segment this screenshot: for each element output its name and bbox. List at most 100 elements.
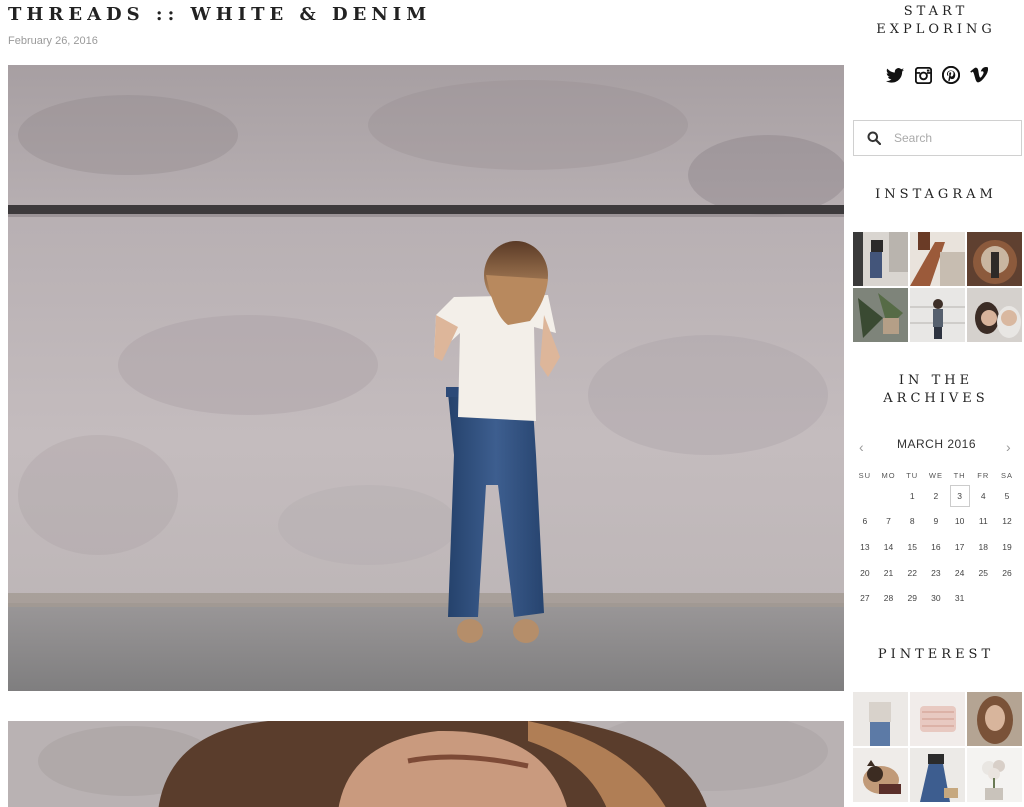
calendar: SU MO TU WE TH FR SA 1 2 3 4 5 6 7 8 9 10 11 12 13 14… (853, 467, 1019, 611)
calendar-day-number: 29 (907, 593, 917, 604)
calendar-day-number: 31 (954, 593, 965, 604)
calendar-day[interactable]: 18 (971, 534, 995, 560)
pinterest-thumbnail[interactable] (910, 692, 965, 746)
calendar-day-number: 5 (1004, 490, 1010, 501)
calendar-day[interactable]: 17 (948, 534, 972, 560)
calendar-day[interactable]: 16 (924, 534, 948, 560)
calendar-day[interactable]: 9 (924, 509, 948, 535)
pinterest-title: PINTEREST (877, 647, 995, 662)
calendar-day[interactable]: 8 (900, 509, 924, 535)
calendar-empty-cell (853, 483, 877, 509)
calendar-day-number: 24 (954, 567, 965, 578)
pinterest-grid (853, 692, 1022, 802)
twitter-icon[interactable] (885, 65, 905, 85)
post-title[interactable]: THREADS :: WHITE & DENIM (8, 4, 838, 25)
calendar-day[interactable]: 21 (877, 560, 901, 586)
calendar-day-number: 10 (954, 516, 965, 527)
calendar-day[interactable]: 15 (900, 534, 924, 560)
calendar-month: MARCH 2016 (896, 437, 977, 451)
instagram-thumbnail[interactable] (967, 288, 1022, 342)
calendar-header: ‹ MARCH 2016 › (851, 437, 1022, 457)
calendar-day-number: 8 (909, 516, 915, 527)
calendar-day-number: 11 (978, 516, 988, 527)
calendar-day[interactable]: 26 (995, 560, 1019, 586)
calendar-weekday: SU (858, 470, 872, 480)
search-input[interactable] (894, 131, 1014, 145)
search-icon[interactable] (854, 121, 894, 155)
pinterest-icon[interactable] (941, 65, 961, 85)
search-box (853, 120, 1022, 156)
calendar-day-number: 13 (860, 541, 870, 552)
calendar-day-number: 12 (1002, 516, 1012, 527)
calendar-day[interactable]: 27 (853, 585, 877, 611)
calendar-day-number: 19 (1002, 541, 1012, 552)
calendar-day[interactable]: 10 (948, 509, 972, 535)
calendar-day[interactable]: 6 (853, 509, 877, 535)
calendar-day-number: 4 (980, 490, 986, 501)
calendar-day[interactable]: 13 (853, 534, 877, 560)
calendar-day-number: 17 (954, 541, 965, 552)
calendar-day[interactable]: 12 (995, 509, 1019, 535)
calendar-day[interactable]: 22 (900, 560, 924, 586)
calendar-day[interactable]: 29 (900, 585, 924, 611)
calendar-day-number: 22 (907, 567, 917, 578)
pinterest-thumbnail[interactable] (967, 692, 1022, 746)
calendar-week: 27 28 29 30 31 (853, 585, 1019, 611)
calendar-day-number: 26 (1002, 567, 1012, 578)
instagram-icon[interactable] (913, 65, 933, 85)
calendar-day[interactable]: 2 (924, 483, 948, 509)
calendar-next-arrow[interactable]: › (1006, 439, 1011, 455)
calendar-day[interactable]: 5 (995, 483, 1019, 509)
pinterest-thumbnail[interactable] (967, 748, 1022, 802)
post-photo-main[interactable] (8, 65, 844, 691)
calendar-day[interactable]: 20 (853, 560, 877, 586)
calendar-day[interactable]: 14 (877, 534, 901, 560)
calendar-day-number: 25 (978, 567, 989, 578)
calendar-day-number: 3 (949, 484, 970, 507)
calendar-day[interactable]: 3 (948, 483, 972, 509)
calendar-day-number: 23 (931, 567, 941, 578)
calendar-empty-cell (877, 483, 901, 509)
instagram-thumbnail[interactable] (910, 288, 965, 342)
calendar-day[interactable]: 11 (971, 509, 995, 535)
post-date: February 26, 2016 (8, 35, 98, 47)
post-photo-secondary[interactable] (8, 721, 844, 807)
calendar-weekday: FR (977, 470, 990, 480)
calendar-day[interactable]: 4 (971, 483, 995, 509)
calendar-weekday: MO (881, 470, 896, 480)
calendar-day-number: 20 (860, 567, 870, 578)
pinterest-thumbnail[interactable] (853, 748, 908, 802)
calendar-day-number: 30 (931, 593, 941, 604)
calendar-weekday: SA (1000, 470, 1013, 480)
calendar-day[interactable]: 1 (900, 483, 924, 509)
calendar-week: 20 21 22 23 24 25 26 (853, 560, 1019, 586)
social-links (885, 64, 989, 86)
calendar-day-number: 7 (886, 516, 891, 527)
calendar-day[interactable]: 23 (924, 560, 948, 586)
calendar-day[interactable]: 28 (877, 585, 901, 611)
instagram-thumbnail[interactable] (853, 288, 908, 342)
pinterest-thumbnail[interactable] (910, 748, 965, 802)
instagram-thumbnail[interactable] (853, 232, 908, 286)
calendar-day[interactable]: 19 (995, 534, 1019, 560)
calendar-day-number: 9 (933, 516, 939, 527)
calendar-day[interactable]: 31 (948, 585, 972, 611)
calendar-day-number: 27 (860, 593, 870, 604)
calendar-day[interactable]: 7 (877, 509, 901, 535)
calendar-empty-cell (971, 585, 995, 611)
calendar-day-number: 2 (933, 490, 939, 501)
calendar-day-number: 21 (883, 567, 894, 578)
calendar-day-number: 28 (883, 593, 894, 604)
instagram-thumbnail[interactable] (967, 232, 1022, 286)
calendar-day[interactable]: 30 (924, 585, 948, 611)
pinterest-thumbnail[interactable] (853, 692, 908, 746)
calendar-day-number: 15 (907, 541, 917, 552)
vimeo-icon[interactable] (969, 65, 989, 85)
calendar-week: 1 234 5 (853, 483, 1019, 509)
calendar-day-number: 6 (862, 516, 868, 527)
calendar-day[interactable]: 25 (971, 560, 995, 586)
calendar-day[interactable]: 24 (948, 560, 972, 586)
sidebar: START EXPLORING INSTAGRAM (851, 0, 1024, 807)
instagram-thumbnail[interactable] (910, 232, 965, 286)
instagram-grid (853, 232, 1022, 342)
